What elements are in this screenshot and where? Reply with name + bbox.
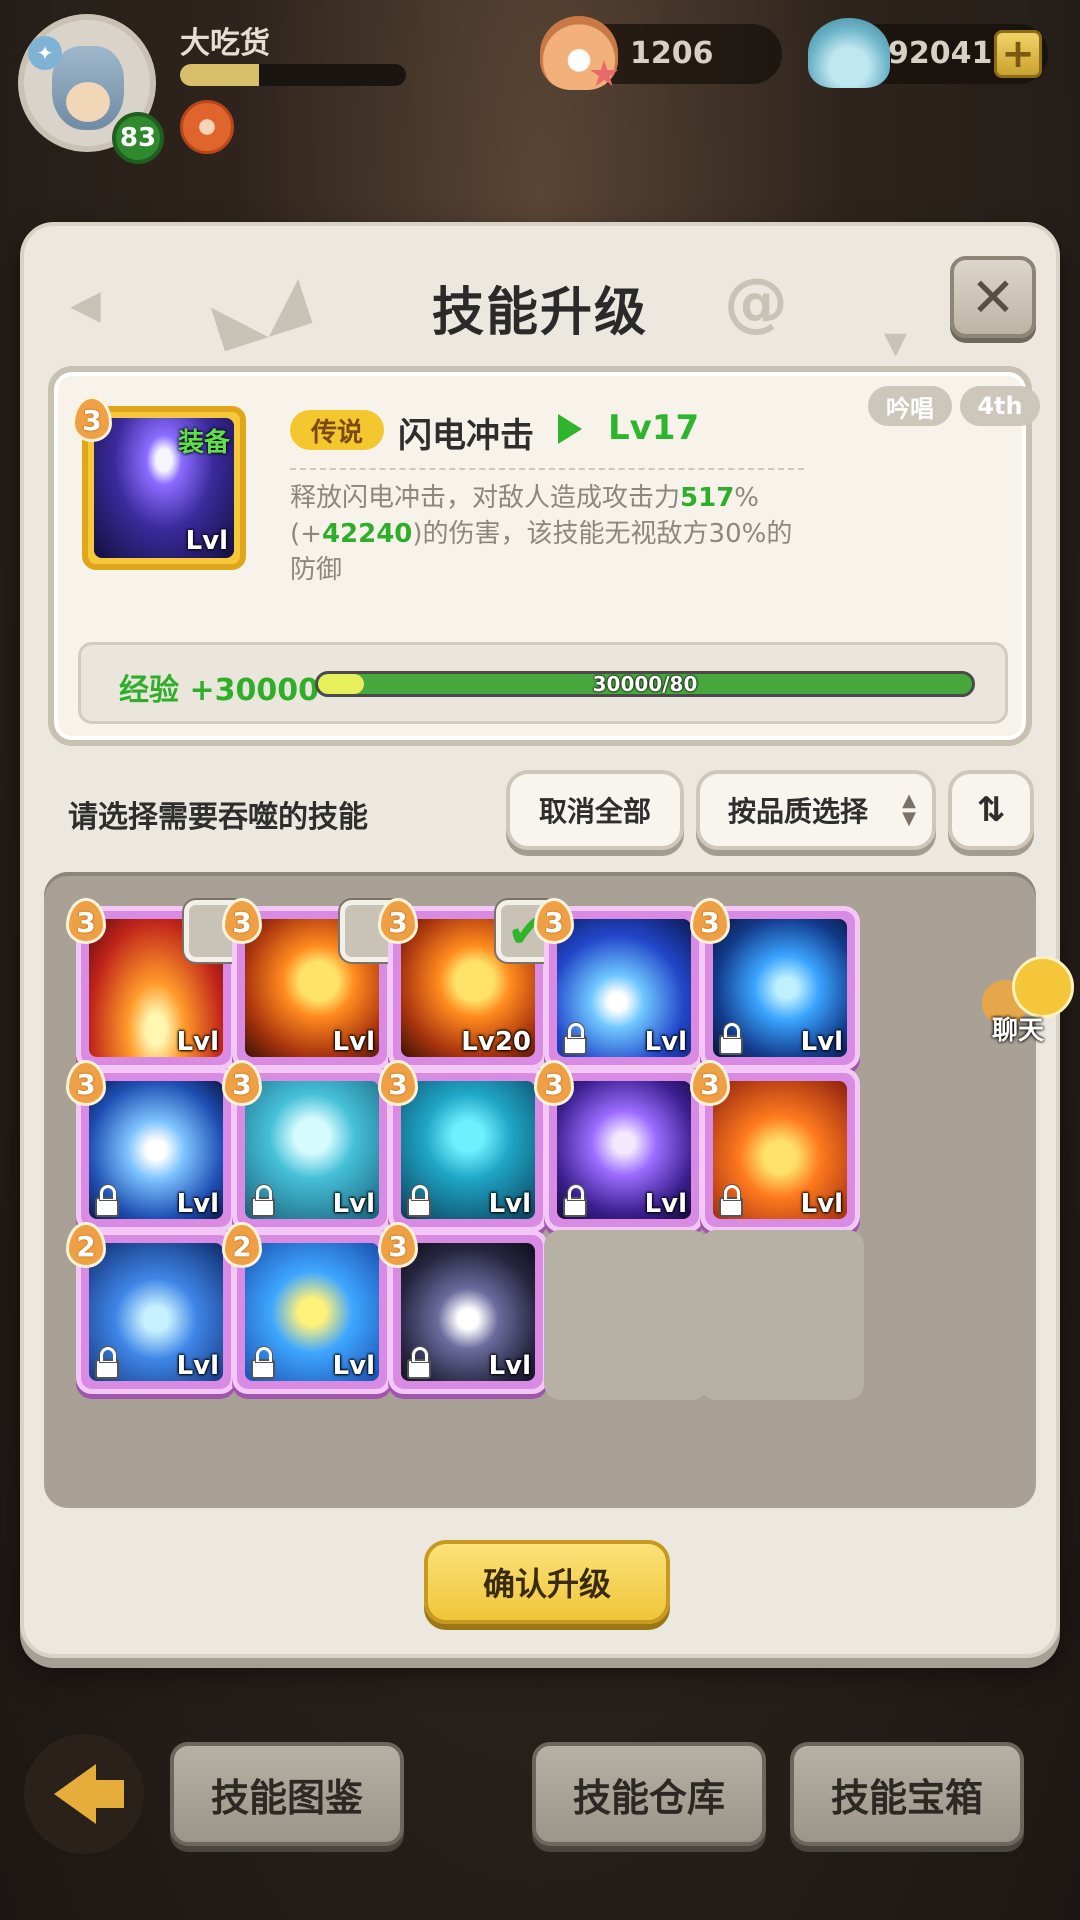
pearl-count: 1206 bbox=[630, 36, 714, 71]
play-arrow-icon bbox=[558, 414, 582, 444]
skill-card-level: Lvl bbox=[332, 1027, 375, 1057]
starfish-icon: ★ bbox=[588, 54, 621, 95]
skill-card-level: Lvl bbox=[800, 1189, 843, 1219]
lock-icon bbox=[251, 1185, 275, 1217]
back-button[interactable] bbox=[24, 1734, 144, 1854]
player-name: 大吃货 bbox=[180, 26, 270, 61]
skill-upgrade-panel: ◣◢ ◀ @ ▼ 技能升级 ✕ 装备 Lvl 3 传说 闪电冲击 Lv17 吟唱… bbox=[20, 222, 1060, 1658]
skill-card[interactable]: Lvl 3 bbox=[222, 1060, 392, 1232]
sort-arrows-icon: ▲ ▼ bbox=[902, 790, 916, 829]
skill-card[interactable]: Lvl 3 bbox=[534, 1060, 704, 1232]
panel-title: 技能升级 bbox=[431, 283, 648, 343]
skill-type-tag: 吟唱 bbox=[868, 386, 952, 426]
empty-skill-slot bbox=[544, 1230, 708, 1400]
rank-badge: 3 bbox=[690, 1060, 730, 1106]
skill-card-level: Lvl bbox=[176, 1189, 219, 1219]
rarity-badge: 传说 bbox=[290, 410, 384, 450]
skill-card[interactable]: Lvl 3 bbox=[690, 898, 860, 1070]
skill-codex-button[interactable]: 技能图鉴 bbox=[170, 1742, 404, 1846]
rank-badge: 2 bbox=[222, 1222, 262, 1268]
rank-badge: 2 bbox=[66, 1222, 106, 1268]
skill-icon-level: Lvl bbox=[185, 526, 228, 556]
lock-icon bbox=[95, 1347, 119, 1379]
exp-gain-label: 经验 +30000 bbox=[119, 673, 319, 708]
skill-info-card: 装备 Lvl 3 传说 闪电冲击 Lv17 吟唱 4th 释放闪电冲击，对敌人造… bbox=[48, 366, 1040, 746]
skill-card-level: Lvl bbox=[644, 1027, 687, 1057]
lock-icon bbox=[251, 1347, 275, 1379]
rank-badge: 3 bbox=[378, 1060, 418, 1106]
player-avatar[interactable]: ✦ 83 bbox=[18, 14, 164, 164]
pin-icon: ✦ bbox=[28, 36, 62, 70]
pearl-resource: ★ 1206 bbox=[540, 16, 782, 95]
skill-level: Lv17 bbox=[608, 408, 700, 448]
skill-card[interactable]: Lvl 3 bbox=[66, 1060, 236, 1232]
rank-badge: 3 bbox=[66, 1060, 106, 1106]
confirm-upgrade-button[interactable]: 确认升级 bbox=[424, 1540, 670, 1624]
skill-description: 释放闪电冲击，对敌人造成攻击力517%(+42240)的伤害，该技能无视敌方30… bbox=[290, 483, 793, 585]
skill-card[interactable]: Lv20 3 ✔ bbox=[378, 898, 558, 1070]
divider bbox=[290, 468, 804, 470]
player-exp-bar bbox=[180, 64, 406, 86]
rank-badge: 3 bbox=[378, 898, 418, 944]
lock-icon bbox=[719, 1185, 743, 1217]
cancel-all-button[interactable]: 取消全部 bbox=[506, 770, 684, 850]
select-by-quality-label: 按品质选择 bbox=[728, 795, 869, 828]
shell-icon bbox=[808, 18, 890, 88]
chat-label: 聊天 bbox=[992, 1016, 1045, 1046]
select-by-quality-dropdown[interactable]: 按品质选择 ▲ ▼ bbox=[696, 770, 936, 850]
skill-card[interactable]: Lvl 3 bbox=[222, 898, 402, 1070]
rank-badge: 3 bbox=[66, 898, 106, 944]
skill-card-level: Lv20 bbox=[461, 1027, 531, 1057]
exp-progress-text: 30000/80 bbox=[592, 672, 698, 696]
exp-progress-bar: 30000/80 bbox=[315, 671, 975, 697]
vip-icon[interactable] bbox=[180, 100, 234, 154]
chat-face-icon bbox=[1012, 956, 1074, 1018]
rank-badge: 3 bbox=[222, 1060, 262, 1106]
skill-card-level: Lvl bbox=[488, 1351, 531, 1381]
skill-card-level: Lvl bbox=[176, 1351, 219, 1381]
skill-card[interactable]: Lvl 2 bbox=[222, 1222, 392, 1394]
skill-card[interactable]: Lvl 3 bbox=[690, 1060, 860, 1232]
lock-icon bbox=[407, 1185, 431, 1217]
lock-icon bbox=[563, 1185, 587, 1217]
rank-badge: 3 bbox=[378, 1222, 418, 1268]
lock-icon bbox=[719, 1023, 743, 1055]
skill-card[interactable]: Lvl 3 bbox=[378, 1060, 548, 1232]
lock-icon bbox=[563, 1023, 587, 1055]
skill-card[interactable]: Lvl 3 bbox=[66, 898, 246, 1070]
equipped-label: 装备 bbox=[177, 428, 230, 458]
rank-badge: 3 bbox=[534, 1060, 574, 1106]
skill-card-level: Lvl bbox=[800, 1027, 843, 1057]
chat-button[interactable]: 聊天 bbox=[982, 956, 1078, 1046]
skill-card-level: Lvl bbox=[488, 1189, 531, 1219]
skill-name: 闪电冲击 bbox=[398, 416, 534, 456]
skill-storage-button[interactable]: 技能仓库 bbox=[532, 1742, 766, 1846]
skill-card-level: Lvl bbox=[644, 1189, 687, 1219]
empty-skill-slot bbox=[700, 1230, 864, 1400]
select-skills-label: 请选择需要吞噬的技能 bbox=[68, 800, 368, 835]
back-arrow-icon bbox=[54, 1764, 124, 1824]
player-level-badge: 83 bbox=[112, 112, 164, 164]
rank-badge: 3 bbox=[690, 898, 730, 944]
add-currency-button[interactable]: + bbox=[994, 30, 1042, 78]
skill-card-level: Lvl bbox=[332, 1351, 375, 1381]
skill-card-level: Lvl bbox=[332, 1189, 375, 1219]
skill-card[interactable]: Lvl 3 bbox=[534, 898, 704, 1070]
rank-badge: 3 bbox=[222, 898, 262, 944]
skill-card[interactable]: Lvl 2 bbox=[66, 1222, 236, 1394]
close-button[interactable]: ✕ bbox=[950, 256, 1036, 338]
lock-icon bbox=[407, 1347, 431, 1379]
skill-grid: Lvl 3 Lvl 3 Lv20 3 ✔ Lvl 3 Lvl 3 Lvl 3 Lvl 3 Lvl 3 Lvl 3 Lv… bbox=[44, 872, 1036, 1508]
lock-icon bbox=[95, 1185, 119, 1217]
sort-button[interactable]: ⇅ bbox=[948, 770, 1034, 850]
skill-card[interactable]: Lvl 3 bbox=[378, 1222, 548, 1394]
rank-badge: 3 bbox=[72, 396, 112, 442]
skill-order-tag: 4th bbox=[960, 386, 1040, 426]
exp-row: 经验 +30000 30000/80 bbox=[78, 642, 1008, 724]
shell-resource: 920417 + bbox=[808, 18, 1048, 88]
rank-badge: 3 bbox=[534, 898, 574, 944]
skill-chest-button[interactable]: 技能宝箱 bbox=[790, 1742, 1024, 1846]
skill-card-level: Lvl bbox=[176, 1027, 219, 1057]
